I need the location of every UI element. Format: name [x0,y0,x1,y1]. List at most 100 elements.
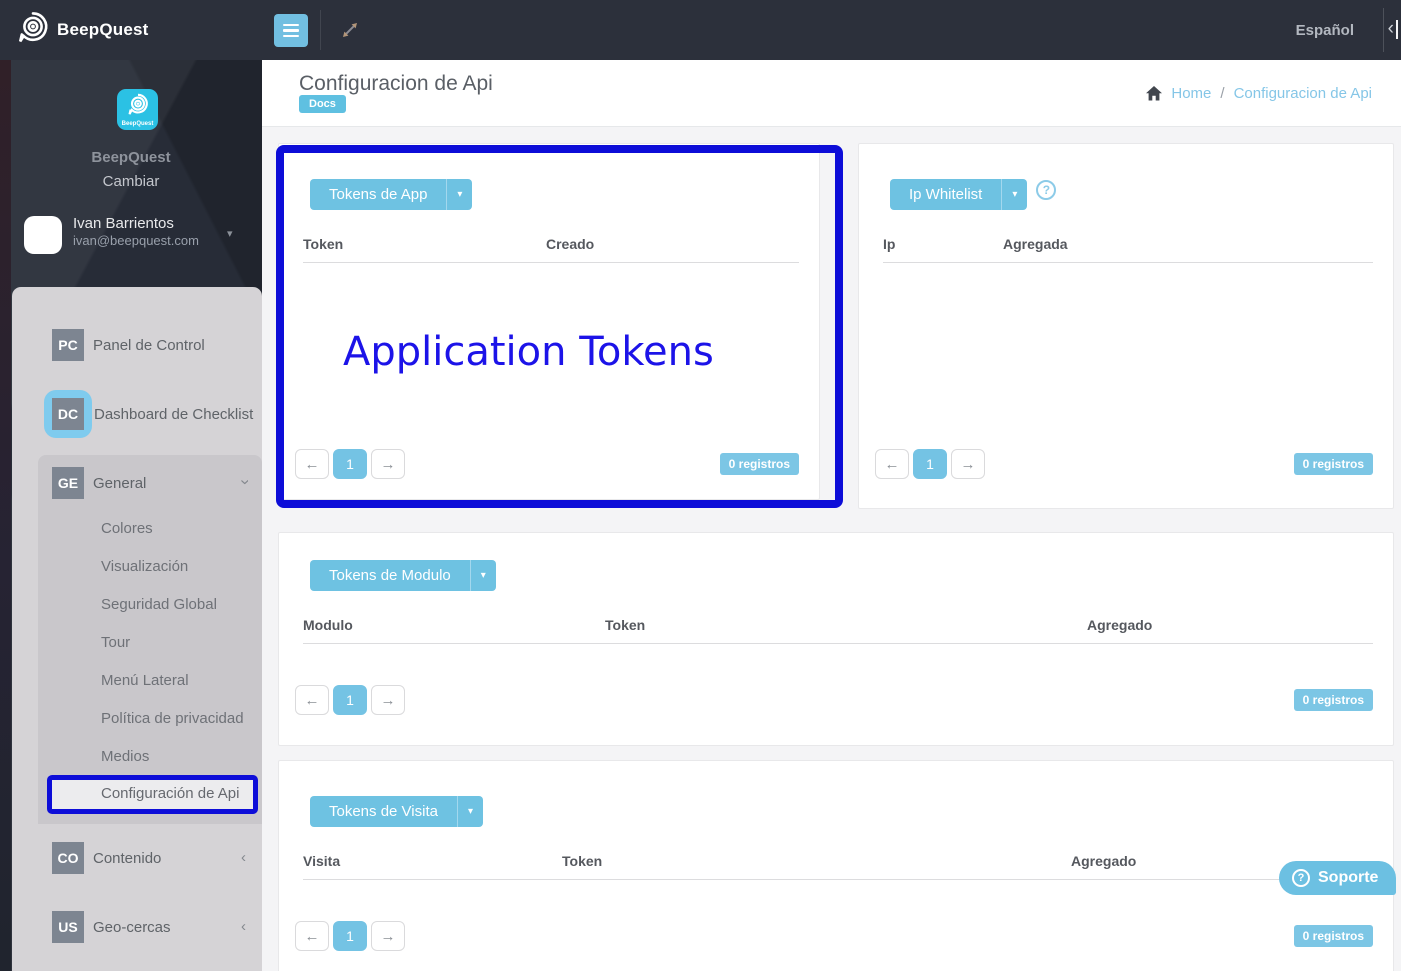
sidebar-item-politica-de-privacidad[interactable]: Política de privacidad [38,699,262,737]
arrow-left-icon: ← [884,455,900,473]
brand: BeepQuest [14,0,149,60]
help-icon[interactable]: ? [1036,180,1057,200]
sidebar-item-menu-lateral[interactable]: Menú Lateral [38,661,262,699]
tokens-de-visita-dropdown-caret-icon[interactable]: ▾ [456,796,483,827]
column-header-token: Token [605,617,646,633]
sidebar-item-label: Geo-cercas [93,918,171,936]
next-page-button[interactable]: → [371,921,405,951]
user-dropdown-caret-icon: ▾ [227,228,233,240]
sidebar-item-seguridad-global[interactable]: Seguridad Global [38,585,262,623]
tokens-de-modulo-dropdown-caret-icon[interactable]: ▾ [469,560,496,591]
sidebar-menu: PC Panel de Control DC Dashboard de Chec… [12,287,262,971]
avatar [24,216,62,254]
sidebar-item-colores[interactable]: Colores [38,509,262,547]
ip-whitelist-pagination: ← 1 → 0 registros [875,449,1373,479]
sidebar: BeepQuest BeepQuest Cambiar Ivan Barrien… [0,60,262,971]
ip-whitelist-table-header: Ip Agregada [883,236,1373,263]
empty-table-body [883,263,1373,449]
sidebar-item-dashboard-de-checklist[interactable]: DC Dashboard de Checklist [44,390,253,438]
user-name: Ivan Barrientos [73,215,174,232]
column-header-token: Token [303,236,344,252]
empty-table-body [303,644,1373,685]
records-count-badge: 0 registros [1293,453,1373,475]
app-tokens-pagination: ← 1 → 0 registros [295,449,799,479]
topbar-divider [320,10,321,50]
ip-whitelist-button[interactable]: Ip Whitelist [890,179,1002,210]
page-title: Configuracion de Api [299,72,493,95]
user-menu[interactable]: Ivan Barrientos ivan@beepquest.com ▾ [24,215,246,255]
dashboard-de-checklist-icon: DC [52,398,84,430]
tokens-de-app-dropdown-caret-icon[interactable]: ▾ [446,179,473,210]
next-page-button[interactable]: → [371,685,405,715]
sidebar-item-configuracion-de-api[interactable]: Configuración de Api [48,775,256,812]
next-page-button[interactable]: → [371,449,405,479]
module-tokens-pagination: ← 1 → 0 registros [295,685,1373,715]
arrow-left-icon: ← [304,455,320,473]
prev-page-button[interactable]: ← [295,921,329,951]
workspace-logo-tile[interactable]: BeepQuest [117,89,158,130]
support-button[interactable]: ? Soporte [1279,861,1397,895]
general-icon: GE [52,467,84,499]
app-tokens-panel: Tokens de App ▾ Token Creado ← 1 → 0 reg… [278,143,820,500]
collapse-panel-button[interactable]: ‹ [1388,18,1398,40]
page-1-button[interactable]: 1 [913,449,947,479]
prev-page-button[interactable]: ← [295,449,329,479]
prev-page-button[interactable]: ← [295,685,329,715]
column-header-ip: Ip [883,236,896,252]
tokens-de-modulo-button[interactable]: Tokens de Modulo [310,560,470,591]
column-header-token: Token [562,853,603,869]
visit-tokens-pagination: ← 1 → 0 registros [295,921,1373,951]
page-1-button[interactable]: 1 [333,449,367,479]
sidebar-item-visualizacion[interactable]: Visualización [38,547,262,585]
breadcrumb-separator: / [1220,85,1225,102]
ip-whitelist-panel: Ip Whitelist ▾ ? Ip Agregada ← 1 → 0 reg… [858,143,1394,509]
sidebar-item-label: Panel de Control [93,336,205,354]
chevron-left-icon[interactable]: ‹ [241,918,246,935]
chevron-down-icon[interactable]: ‹ [234,472,253,492]
panel-de-control-icon: PC [52,329,84,361]
column-header-creado: Creado [546,236,595,252]
hamburger-icon [283,23,299,27]
visit-tokens-table-header: Visita Token Agregado [303,853,1373,880]
chevron-left-icon[interactable]: ‹ [241,849,246,866]
sidebar-item-general[interactable]: GE General [52,467,146,499]
arrow-right-icon: → [380,455,396,473]
chevron-left-icon: ‹ [1387,18,1394,39]
arrow-left-icon: ← [304,927,320,945]
sidebar-toggle-button[interactable] [274,14,308,47]
empty-table-body [303,880,1373,921]
topbar: BeepQuest Español ‹ [0,0,1401,60]
language-selector[interactable]: Español [1296,0,1354,60]
docs-button[interactable]: Docs [299,95,346,113]
sidebar-item-panel-de-control[interactable]: PC Panel de Control [52,329,205,361]
app-window: BeepQuest Español ‹ BeepQuest BeepQuest … [0,0,1401,971]
next-page-button[interactable]: → [951,449,985,479]
brand-name: BeepQuest [57,20,149,39]
sidebar-item-label: General [93,474,147,492]
page-1-button[interactable]: 1 [333,921,367,951]
arrow-right-icon: → [380,691,396,709]
sidebar-item-medios[interactable]: Medios [38,737,262,775]
fullscreen-toggle-button[interactable] [340,20,360,40]
ip-whitelist-dropdown-caret-icon[interactable]: ▾ [1001,179,1028,210]
module-tokens-table-header: Modulo Token Agregado [303,617,1373,644]
tokens-de-app-button[interactable]: Tokens de App [310,179,447,210]
prev-page-button[interactable]: ← [875,449,909,479]
arrow-right-icon: → [380,927,396,945]
page-1-button[interactable]: 1 [333,685,367,715]
sidebar-item-contenido[interactable]: CO Contenido [52,842,161,874]
tokens-de-visita-button[interactable]: Tokens de Visita [310,796,457,827]
active-item-highlight: DC [44,390,92,438]
sidebar-item-label: Dashboard de Checklist [94,405,254,423]
sidebar-item-label: Contenido [93,849,162,867]
change-workspace-link[interactable]: Cambiar [0,173,262,190]
sidebar-item-geo-cercas[interactable]: US Geo-cercas [52,911,171,943]
sidebar-item-tour[interactable]: Tour [38,623,262,661]
workspace-name: BeepQuest [91,149,171,166]
expand-icon [340,23,360,43]
geo-cercas-icon: US [52,911,84,943]
breadcrumb-home-link[interactable]: Home [1171,85,1211,102]
empty-table-body [303,263,799,449]
arrow-right-icon: → [960,455,976,473]
home-icon [1146,86,1163,101]
